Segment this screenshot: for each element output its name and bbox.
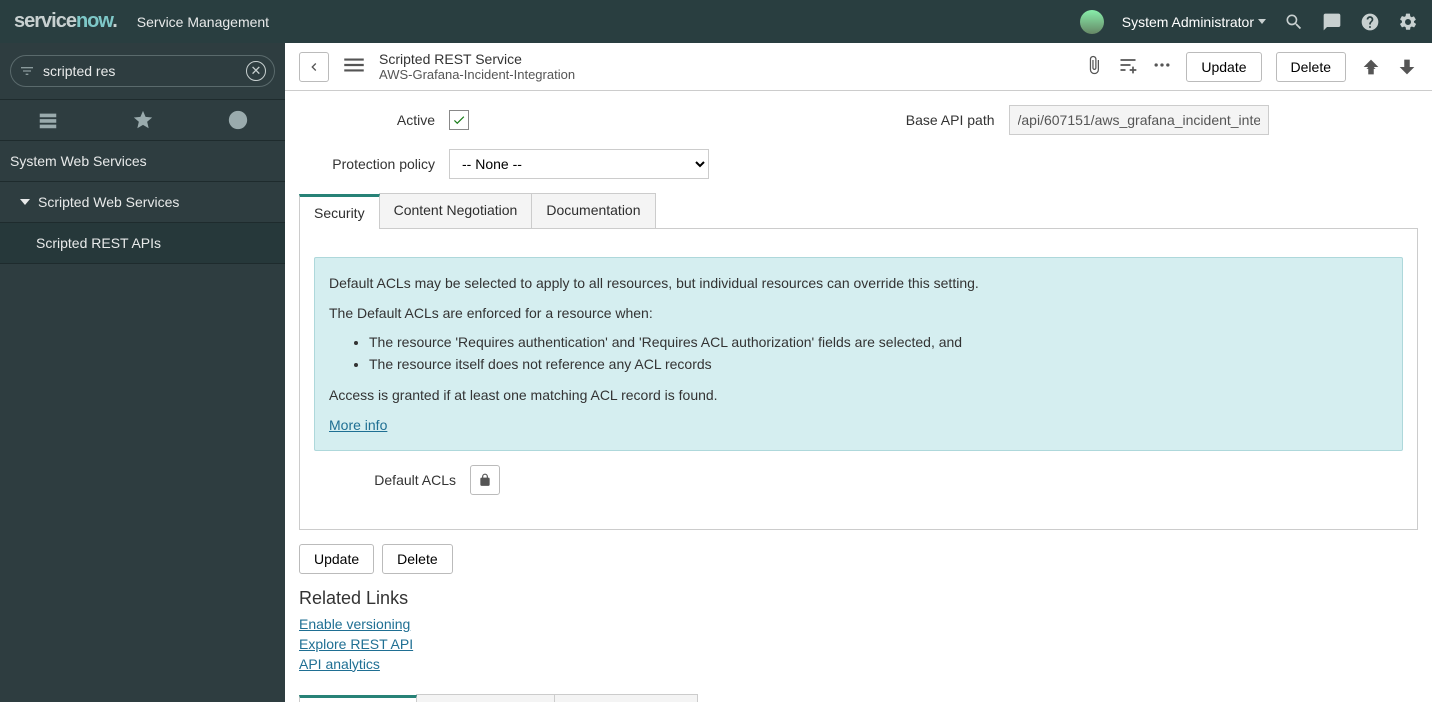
related-links: Related Links Enable versioning Explore … bbox=[299, 588, 1418, 674]
hamburger-icon bbox=[341, 52, 367, 78]
protection-policy-select[interactable]: -- None -- bbox=[449, 149, 709, 179]
link-enable-versioning[interactable]: Enable versioning bbox=[299, 615, 1418, 635]
gear-icon[interactable] bbox=[1398, 12, 1418, 32]
clock-icon bbox=[227, 109, 249, 131]
apps-icon bbox=[37, 109, 59, 131]
tab-query-parameters[interactable]: Query Parameters bbox=[554, 694, 698, 702]
help-icon[interactable] bbox=[1360, 12, 1380, 32]
search-icon[interactable] bbox=[1284, 12, 1304, 32]
related-links-heading: Related Links bbox=[299, 588, 1418, 609]
user-menu[interactable]: System Administrator bbox=[1122, 14, 1266, 30]
lock-icon bbox=[478, 473, 492, 487]
check-icon bbox=[452, 113, 466, 127]
sidebar-tab-apps[interactable] bbox=[0, 100, 95, 140]
clear-filter-icon[interactable]: ✕ bbox=[246, 61, 266, 81]
logo-service: service bbox=[14, 10, 76, 32]
base-api-field bbox=[1009, 105, 1269, 135]
nav-filter-input[interactable] bbox=[43, 63, 238, 79]
sidebar: ✕ System Web Services Scripted Web Servi… bbox=[0, 43, 285, 702]
back-button[interactable] bbox=[299, 52, 329, 82]
info-li2: The resource itself does not reference a… bbox=[369, 353, 1388, 375]
more-horizontal-icon bbox=[1152, 55, 1172, 75]
base-api-label: Base API path bbox=[859, 112, 1009, 128]
link-explore-rest-api[interactable]: Explore REST API bbox=[299, 635, 1418, 655]
product-name: Service Management bbox=[137, 14, 269, 30]
form-menu-button[interactable] bbox=[341, 52, 367, 81]
update-button-bottom[interactable]: Update bbox=[299, 544, 374, 574]
default-acls-lock-button[interactable] bbox=[470, 465, 500, 495]
info-li1: The resource 'Requires authentication' a… bbox=[369, 331, 1388, 353]
nav-item-scripted-rest-apis[interactable]: Scripted REST APIs bbox=[0, 223, 285, 264]
app-header: servicenow. Service Management System Ad… bbox=[0, 0, 1432, 43]
more-actions-button[interactable] bbox=[1152, 55, 1172, 78]
prev-record-icon[interactable] bbox=[1360, 56, 1382, 78]
caret-down-icon bbox=[1258, 19, 1266, 24]
nav-section-sws[interactable]: System Web Services bbox=[0, 141, 285, 182]
tab-documentation[interactable]: Documentation bbox=[531, 193, 655, 228]
info-p1: Default ACLs may be selected to apply to… bbox=[329, 272, 1388, 294]
tab-content-negotiation[interactable]: Content Negotiation bbox=[379, 193, 533, 228]
settings-toggle-button[interactable] bbox=[1118, 55, 1138, 78]
avatar[interactable] bbox=[1080, 10, 1104, 34]
security-info-box: Default ACLs may be selected to apply to… bbox=[314, 257, 1403, 451]
next-record-icon[interactable] bbox=[1396, 56, 1418, 78]
link-api-analytics[interactable]: API analytics bbox=[299, 655, 1418, 675]
sidebar-tab-history[interactable] bbox=[190, 100, 285, 140]
tab-resources[interactable]: Resources (1) bbox=[299, 695, 417, 702]
active-checkbox[interactable] bbox=[449, 110, 469, 130]
tab-request-headers[interactable]: Request Headers bbox=[416, 694, 555, 702]
attachment-button[interactable] bbox=[1084, 55, 1104, 78]
active-label: Active bbox=[299, 112, 449, 128]
user-name-label: System Administrator bbox=[1122, 14, 1254, 30]
chevron-down-icon bbox=[20, 199, 30, 205]
form-header: Scripted REST Service AWS-Grafana-Incide… bbox=[285, 43, 1432, 91]
protection-policy-label: Protection policy bbox=[299, 156, 449, 172]
info-p2: The Default ACLs are enforced for a reso… bbox=[329, 302, 1388, 324]
chat-icon[interactable] bbox=[1322, 12, 1342, 32]
delete-button[interactable]: Delete bbox=[1276, 52, 1346, 82]
security-panel: Default ACLs may be selected to apply to… bbox=[299, 229, 1418, 530]
form-title: Scripted REST Service AWS-Grafana-Incide… bbox=[379, 51, 575, 82]
record-type: Scripted REST Service bbox=[379, 51, 575, 67]
delete-button-bottom[interactable]: Delete bbox=[382, 544, 452, 574]
logo[interactable]: servicenow. Service Management bbox=[14, 10, 269, 33]
logo-now: now bbox=[76, 10, 112, 32]
info-p3: Access is granted if at least one matchi… bbox=[329, 384, 1388, 406]
nav-group-scripted-ws[interactable]: Scripted Web Services bbox=[0, 182, 285, 223]
more-info-link[interactable]: More info bbox=[329, 417, 387, 433]
update-button[interactable]: Update bbox=[1186, 52, 1261, 82]
sliders-icon bbox=[1118, 55, 1138, 75]
record-name: AWS-Grafana-Incident-Integration bbox=[379, 67, 575, 82]
nav-filter[interactable]: ✕ bbox=[10, 55, 275, 87]
nav-group-label: Scripted Web Services bbox=[38, 194, 179, 210]
star-icon bbox=[132, 109, 154, 131]
chevron-left-icon bbox=[306, 59, 322, 75]
filter-icon bbox=[19, 63, 35, 79]
default-acls-label: Default ACLs bbox=[374, 472, 470, 488]
paperclip-icon bbox=[1084, 55, 1104, 75]
sidebar-tab-favorites[interactable] bbox=[95, 100, 190, 140]
tab-security[interactable]: Security bbox=[299, 194, 380, 229]
